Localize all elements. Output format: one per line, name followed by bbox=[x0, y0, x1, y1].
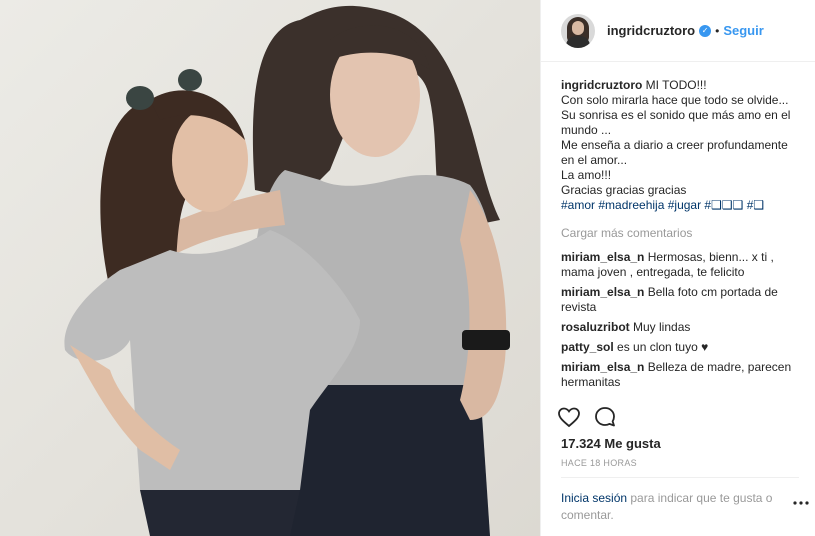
caption-username[interactable]: ingridcruztoro bbox=[561, 78, 642, 92]
separator-dot: • bbox=[715, 23, 720, 38]
photo-illustration bbox=[0, 0, 540, 536]
comment: miriam_elsa_n Belleza de madre, parecen … bbox=[561, 360, 803, 390]
verified-badge-icon: ✓ bbox=[699, 24, 712, 37]
login-link[interactable]: Inicia sesión bbox=[561, 491, 627, 505]
instagram-post: ingridcruztoro ✓ • Seguir ingridcruztoro… bbox=[0, 0, 815, 536]
caption-line: Gracias gracias gracias bbox=[561, 183, 687, 197]
comment-username[interactable]: patty_sol bbox=[561, 340, 614, 354]
caption-line: Con solo mirarla hace que todo se olvide… bbox=[561, 93, 789, 107]
comment-username[interactable]: miriam_elsa_n bbox=[561, 250, 644, 264]
comment: miriam_elsa_n Hermosas, bienn... x ti , … bbox=[561, 250, 803, 280]
caption-line: Me enseña a diario a creer profundamente… bbox=[561, 138, 788, 167]
comments-list[interactable]: ingridcruztoro MI TODO!!! Con solo mirar… bbox=[561, 78, 803, 398]
likes-count[interactable]: 17.324 Me gusta bbox=[561, 436, 661, 451]
caption-hashtags[interactable]: #amor #madreehija #jugar #❑❑❑ #❑ bbox=[561, 198, 803, 213]
post-photo[interactable] bbox=[0, 0, 540, 536]
comment-username[interactable]: miriam_elsa_n bbox=[561, 360, 644, 374]
divider bbox=[561, 477, 799, 478]
login-prompt: Inicia sesión para indicar que te gusta … bbox=[561, 490, 791, 524]
heart-icon[interactable] bbox=[557, 405, 581, 429]
more-options-icon[interactable] bbox=[792, 500, 810, 506]
post-header: ingridcruztoro ✓ • Seguir bbox=[541, 0, 815, 62]
comment-username[interactable]: rosaluzribot bbox=[561, 320, 630, 334]
comment-text: es un clon tuyo ♥ bbox=[617, 340, 709, 354]
comment-text: Muy lindas bbox=[633, 320, 691, 334]
comment: rosaluzribot Muy lindas bbox=[561, 320, 803, 335]
load-more-comments-link[interactable]: Cargar más comentarios bbox=[561, 226, 803, 241]
comment-username[interactable]: miriam_elsa_n bbox=[561, 285, 644, 299]
caption: ingridcruztoro MI TODO!!! Con solo mirar… bbox=[561, 78, 803, 213]
comment-icon[interactable] bbox=[593, 405, 617, 429]
avatar[interactable] bbox=[561, 13, 595, 48]
caption-line: MI TODO!!! bbox=[645, 78, 707, 92]
caption-line: La amo!!! bbox=[561, 168, 612, 182]
post-sidebar: ingridcruztoro ✓ • Seguir ingridcruztoro… bbox=[540, 0, 815, 536]
comment: miriam_elsa_n Bella foto cm portada de r… bbox=[561, 285, 803, 315]
action-bar bbox=[557, 402, 797, 432]
follow-button[interactable]: Seguir bbox=[723, 23, 763, 38]
post-timestamp: HACE 18 HORAS bbox=[561, 458, 637, 468]
header-username[interactable]: ingridcruztoro bbox=[607, 23, 695, 38]
comment: patty_sol es un clon tuyo ♥ bbox=[561, 340, 803, 355]
caption-line: Su sonrisa es el sonido que más amo en e… bbox=[561, 108, 791, 137]
